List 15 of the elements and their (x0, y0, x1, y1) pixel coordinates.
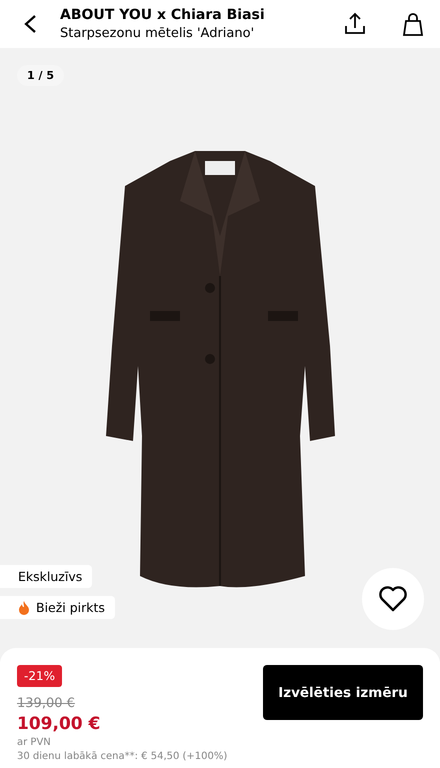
discount-badge: -21% (17, 665, 62, 687)
shopping-bag-icon[interactable] (400, 11, 426, 37)
flame-icon (18, 600, 30, 614)
share-icon[interactable] (342, 11, 368, 37)
image-counter: 1 / 5 (17, 65, 64, 86)
brand-name: ABOUT YOU x Chiara Biasi (60, 6, 266, 24)
tax-note: ar PVN (17, 736, 51, 750)
product-tag: Ekskluzīvs (0, 565, 92, 588)
sale-price: 109,00 € (17, 713, 100, 736)
product-tag: Bieži pirkts (0, 596, 115, 619)
heart-icon (379, 586, 407, 612)
product-name: Starpsezonu mētelis 'Adriano' (60, 24, 256, 42)
lowest-price-note: 30 dienu labākā cena**: € 54,50 (+100%) (17, 750, 228, 764)
select-size-button[interactable]: Izvēlēties izmēru (263, 665, 423, 720)
old-price: 139,00 € (17, 695, 75, 712)
